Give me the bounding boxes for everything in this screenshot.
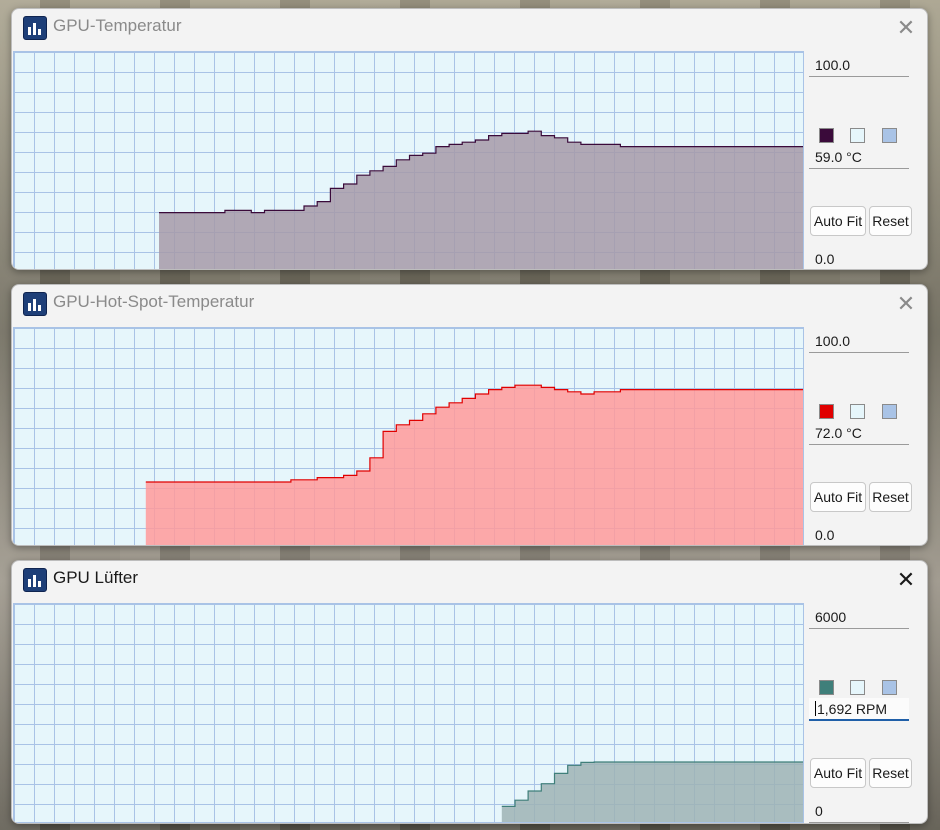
reset-button[interactable]: Reset [869,758,912,788]
line-color-swatch[interactable] [819,680,834,695]
auto-fit-button[interactable]: Auto Fit [810,206,866,236]
current-value-text: 1,692 RPM [817,701,888,717]
gpu-temperature-window: GPU-Temperatur ✕ 100.0 59.0 °C Auto Fit … [11,8,928,270]
graph-svg [159,130,803,269]
max-value-field[interactable]: 6000 [809,606,909,629]
min-value-field[interactable]: 0.0 [809,524,909,545]
reset-button[interactable]: Reset [869,482,912,512]
graph-svg [501,761,803,822]
text-cursor [815,701,816,716]
current-value-field[interactable]: 59.0 °C [809,146,909,169]
min-value-field[interactable]: 0.0 [809,248,909,269]
window-title: GPU Lüfter [53,568,139,587]
reset-button[interactable]: Reset [869,206,912,236]
gpu-fan-window: GPU Lüfter ✕ 6000 1,692 RPM Auto Fit Res… [11,560,928,824]
auto-fit-button[interactable]: Auto Fit [810,482,866,512]
fan-speed-graph [13,603,804,823]
close-icon[interactable]: ✕ [891,13,921,43]
gpu-hotspot-temperature-window: GPU-Hot-Spot-Temperatur ✕ 100.0 72.0 °C … [11,284,928,546]
graph-controls: 100.0 59.0 °C Auto Fit Reset 0.0 [809,51,913,269]
current-value-field[interactable]: 72.0 °C [809,422,909,445]
series-area [159,131,803,269]
background-color-swatch[interactable] [850,680,865,695]
close-icon[interactable]: ✕ [891,289,921,319]
title-bar[interactable]: GPU Lüfter ✕ [12,561,927,601]
auto-fit-button[interactable]: Auto Fit [810,758,866,788]
series-area [501,762,803,822]
current-value-field[interactable]: 1,692 RPM [809,698,909,721]
title-bar[interactable]: GPU-Hot-Spot-Temperatur ✕ [12,285,927,325]
line-color-swatch[interactable] [819,404,834,419]
graph-svg [145,384,803,545]
temperature-graph [13,51,804,269]
grid-color-swatch[interactable] [882,128,897,143]
window-title: GPU-Hot-Spot-Temperatur [53,292,255,311]
graph-controls: 6000 1,692 RPM Auto Fit Reset 0 [809,603,913,823]
grid-color-swatch[interactable] [882,404,897,419]
min-value-field[interactable]: 0 [809,800,909,823]
grid-color-swatch[interactable] [882,680,897,695]
window-title: GPU-Temperatur [53,16,182,35]
app-monitor-icon [23,568,47,592]
background-color-swatch[interactable] [850,128,865,143]
graph-controls: 100.0 72.0 °C Auto Fit Reset 0.0 [809,327,913,545]
hotspot-temperature-graph [13,327,804,545]
app-monitor-icon [23,16,47,40]
line-color-swatch[interactable] [819,128,834,143]
close-icon[interactable]: ✕ [891,565,921,595]
app-monitor-icon [23,292,47,316]
title-bar[interactable]: GPU-Temperatur ✕ [12,9,927,49]
max-value-field[interactable]: 100.0 [809,54,909,77]
max-value-field[interactable]: 100.0 [809,330,909,353]
background-color-swatch[interactable] [850,404,865,419]
series-area [145,385,803,545]
